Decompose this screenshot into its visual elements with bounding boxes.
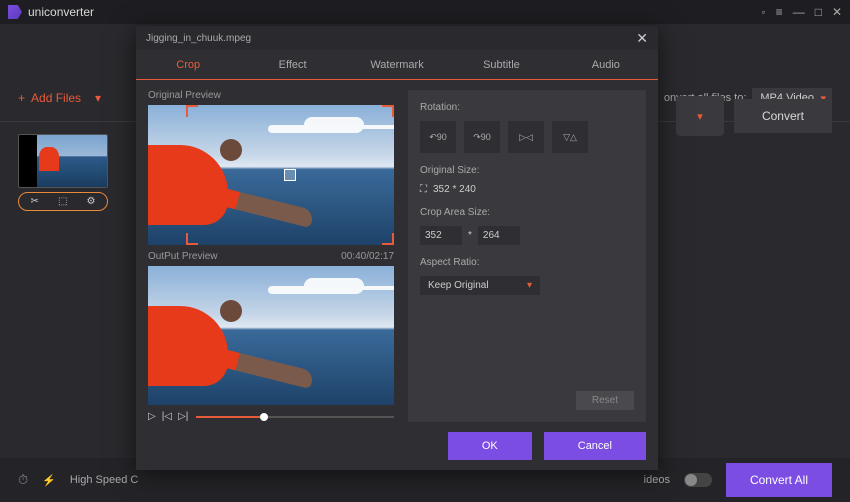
edit-modal: Jigging_in_chuuk.mpeg ✕ Crop Effect Wate…	[136, 26, 658, 470]
crop-frame[interactable]	[186, 105, 394, 245]
original-preview-label: Original Preview	[148, 90, 221, 101]
aspect-ratio-select[interactable]: Keep Original	[420, 276, 540, 295]
original-size-label: Original Size:	[420, 165, 634, 176]
output-preview	[148, 266, 394, 406]
high-speed-label: High Speed C	[70, 474, 139, 486]
convert-panel: KB Convert	[631, 96, 832, 136]
reset-button[interactable]: Reset	[576, 391, 634, 410]
merge-videos-toggle[interactable]	[684, 473, 712, 487]
prev-frame-icon[interactable]: |◁	[162, 411, 172, 422]
app-logo: uniconverter	[8, 5, 94, 19]
ok-button[interactable]: OK	[448, 432, 532, 460]
tab-crop[interactable]: Crop	[136, 50, 240, 79]
modal-title: Jigging_in_chuuk.mpeg	[146, 33, 251, 44]
tab-watermark[interactable]: Watermark	[345, 50, 449, 79]
flip-horizontal[interactable]: ▷◁	[508, 121, 544, 153]
tab-subtitle[interactable]: Subtitle	[449, 50, 553, 79]
rotation-label: Rotation:	[420, 102, 634, 113]
cut-icon[interactable]: ✂	[31, 196, 39, 207]
scrubber[interactable]	[196, 416, 394, 418]
media-thumbnail	[18, 134, 108, 188]
user-icon[interactable]: ◦	[761, 5, 765, 19]
app-name: uniconverter	[28, 5, 94, 19]
modal-footer: OK Cancel	[136, 422, 658, 470]
playback-controls: ▷ |◁ ▷|	[148, 411, 394, 422]
convert-all-button[interactable]: Convert All	[726, 463, 832, 497]
rotate-left-90[interactable]: ↶90	[420, 121, 456, 153]
timecode: 00:40/02:17	[341, 251, 394, 262]
tab-audio[interactable]: Audio	[554, 50, 658, 79]
add-files-button[interactable]: + Add Files ▾	[18, 91, 101, 105]
tab-effect[interactable]: Effect	[240, 50, 344, 79]
scrubber-thumb[interactable]	[260, 413, 268, 421]
settings-icon[interactable]: ⚙	[87, 196, 96, 207]
chevron-down-icon: ▾	[95, 91, 101, 105]
plus-icon: +	[18, 91, 25, 105]
next-frame-icon[interactable]: ▷|	[178, 411, 188, 422]
titlebar: uniconverter ◦ ≡ — □ ✕	[0, 0, 850, 24]
window-controls: ◦ ≡ — □ ✕	[761, 5, 842, 19]
bolt-icon: ⚡	[42, 474, 56, 487]
close-icon[interactable]: ✕	[636, 30, 648, 47]
rotate-right-90[interactable]: ↷90	[464, 121, 500, 153]
logo-icon	[8, 5, 22, 19]
aspect-ratio-label: Aspect Ratio:	[420, 257, 634, 268]
close-icon[interactable]: ✕	[832, 5, 842, 19]
aspect-ratio-value: Keep Original	[428, 280, 489, 291]
output-format-chip[interactable]	[676, 96, 724, 136]
crop-area-size-label: Crop Area Size:	[420, 207, 634, 218]
menu-icon[interactable]: ≡	[776, 5, 783, 19]
flip-vertical[interactable]: ▽△	[552, 121, 588, 153]
media-item[interactable]: ✂ ⬚ ⚙	[18, 134, 108, 211]
modal-tabs: Crop Effect Watermark Subtitle Audio	[136, 50, 658, 80]
crop-width-input[interactable]	[420, 226, 462, 245]
media-item-tools: ✂ ⬚ ⚙	[18, 192, 108, 211]
original-preview[interactable]	[148, 105, 394, 245]
merge-videos-label: ideos	[644, 474, 670, 486]
convert-button[interactable]: Convert	[734, 99, 832, 133]
crop-controls: Rotation: ↶90 ↷90 ▷◁ ▽△ Original Size: ⛶…	[408, 90, 646, 422]
crop-icon[interactable]: ⬚	[58, 196, 67, 207]
minimize-icon[interactable]: —	[793, 5, 805, 19]
output-preview-label: OutPut Preview	[148, 251, 217, 262]
crop-height-input[interactable]	[478, 226, 520, 245]
original-size-value: 352 * 240	[433, 184, 476, 195]
size-separator: *	[468, 230, 472, 241]
crop-center-handle[interactable]	[284, 169, 296, 181]
add-files-label: Add Files	[31, 91, 81, 105]
fullscreen-icon: ⛶	[420, 184, 427, 195]
modal-header: Jigging_in_chuuk.mpeg ✕	[136, 26, 658, 50]
maximize-icon[interactable]: □	[815, 5, 822, 19]
clock-icon[interactable]: ⏱	[18, 472, 28, 488]
preview-column: Original Preview OutPut Preview 00:40/02…	[148, 90, 394, 422]
play-icon[interactable]: ▷	[148, 411, 156, 422]
cancel-button[interactable]: Cancel	[544, 432, 646, 460]
